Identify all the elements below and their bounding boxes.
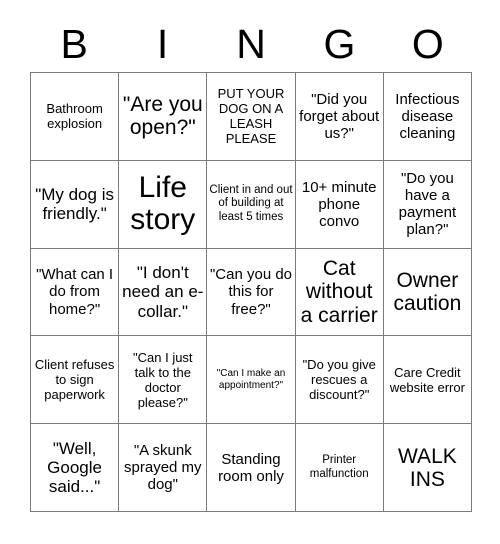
bingo-letter-g: G: [323, 20, 356, 67]
bingo-letter-b: B: [60, 20, 88, 67]
bingo-cell-label: "I don't need an e-collar.": [122, 263, 204, 321]
bingo-cell[interactable]: Bathroom explosion: [31, 73, 120, 161]
bingo-letter-o: O: [411, 20, 444, 67]
bingo-cell[interactable]: Client in and out of building at least 5…: [207, 160, 296, 249]
bingo-cell-label: "Are you open?": [122, 93, 203, 140]
bingo-cell[interactable]: 10+ minute phone convo: [295, 160, 384, 249]
bingo-header: B I N G O: [30, 16, 472, 72]
bingo-cell-label: "Can you do this for free?": [209, 266, 293, 318]
bingo-cell-label: Cat without a carrier: [300, 257, 378, 327]
bingo-cell[interactable]: Printer malfunction: [295, 424, 384, 512]
bingo-cell-label: "What can I do from home?": [36, 266, 114, 318]
bingo-letter-n: N: [236, 20, 266, 67]
bingo-cell[interactable]: Life story: [119, 160, 208, 249]
bingo-cell-label: "My dog is friendly.": [35, 185, 114, 224]
bingo-cell[interactable]: "A skunk sprayed my dog": [119, 424, 208, 512]
bingo-cell[interactable]: "Did you forget about us?": [295, 73, 384, 161]
bingo-cell-label: Printer malfunction: [309, 454, 369, 480]
bingo-cell-label: "Can I make an appointment?": [216, 367, 286, 391]
bingo-cell[interactable]: "Can you do this for free?": [207, 248, 296, 337]
bingo-cell[interactable]: "What can I do from home?": [31, 248, 120, 337]
bingo-letter-i: I: [156, 20, 169, 67]
bingo-cell-label: "Did you forget about us?": [299, 90, 380, 142]
bingo-cell-label: "A skunk sprayed my dog": [124, 441, 202, 494]
bingo-cell-label: 10+ minute phone convo: [301, 178, 377, 230]
bingo-cell[interactable]: Infectious disease cleaning: [383, 73, 472, 161]
bingo-cell[interactable]: Cat without a carrier: [295, 248, 384, 337]
bingo-cell-label: WALK INS: [398, 444, 457, 491]
bingo-cell-label: Care Credit website error: [389, 364, 465, 395]
bingo-cell[interactable]: "Do you give rescues a discount?": [295, 336, 384, 425]
bingo-grid: Bathroom explosion "Are you open?" PUT Y…: [30, 72, 472, 512]
bingo-cell[interactable]: Owner caution: [383, 248, 472, 337]
bingo-cell[interactable]: "Do you have a payment plan?": [383, 160, 472, 249]
bingo-card: B I N G O Bathroom explosion "Are you op…: [0, 0, 500, 544]
bingo-cell-label: Client refuses to sign paperwork: [34, 357, 115, 403]
bingo-cell-label: Bathroom explosion: [46, 101, 103, 132]
bingo-cell-label: Client in and out of building at least 5…: [209, 183, 293, 223]
bingo-cell[interactable]: PUT YOUR DOG ON A LEASH PLEASE: [207, 73, 296, 161]
bingo-cell[interactable]: "My dog is friendly.": [31, 160, 120, 249]
bingo-cell-label: "Do you give rescues a discount?": [302, 357, 376, 403]
bingo-cell-label: "Do you have a payment plan?": [398, 170, 457, 239]
bingo-cell-label: Infectious disease cleaning: [395, 90, 460, 142]
bingo-cell[interactable]: "Can I make an appointment?": [207, 336, 296, 425]
bingo-cell[interactable]: Standing room only: [207, 424, 296, 512]
bingo-cell[interactable]: Care Credit website error: [383, 336, 472, 425]
bingo-cell[interactable]: "I don't need an e-collar.": [119, 248, 208, 337]
bingo-cell-label: Owner caution: [393, 268, 462, 315]
bingo-cell-label: "Can I just talk to the doctor please?": [133, 349, 193, 410]
bingo-cell[interactable]: "Are you open?": [119, 73, 208, 161]
bingo-cell-label: PUT YOUR DOG ON A LEASH PLEASE: [217, 86, 285, 147]
bingo-cell[interactable]: "Can I just talk to the doctor please?": [119, 336, 208, 425]
bingo-cell-label: Standing room only: [218, 450, 284, 485]
bingo-cell[interactable]: WALK INS: [383, 424, 472, 512]
bingo-cell-label: "Well, Google said...": [47, 439, 102, 497]
bingo-cell[interactable]: "Well, Google said...": [31, 424, 120, 512]
bingo-cell-label: Life story: [130, 170, 196, 237]
bingo-cell[interactable]: Client refuses to sign paperwork: [31, 336, 120, 425]
